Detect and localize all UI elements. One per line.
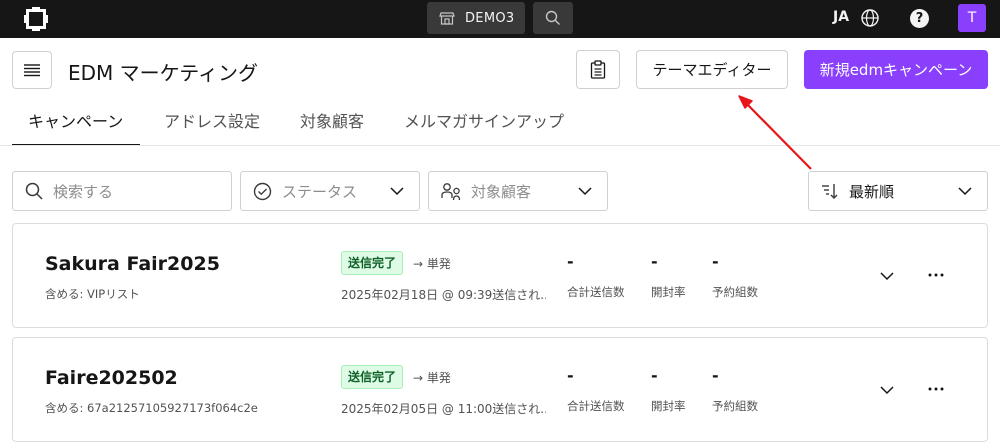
overflow-menu-icon[interactable] [928, 273, 944, 277]
campaign-card[interactable]: Faire202502 含める: 67a21257105927173f064c2… [12, 337, 988, 442]
new-campaign-button[interactable]: 新規edmキャンペーン [804, 50, 988, 89]
search-input[interactable]: 検索する [12, 171, 232, 211]
menu-button[interactable] [12, 51, 52, 89]
campaign-card[interactable]: Sakura Fair2025 含める: VIPリスト 送信完了 → 単発 20… [12, 223, 988, 328]
checkmark-circle-icon [253, 182, 272, 200]
clipboard-button[interactable] [576, 50, 620, 89]
open-rate-label: 開封率 [651, 399, 686, 413]
open-rate-label: 開封率 [651, 285, 686, 299]
chevron-down-icon [578, 187, 592, 196]
top-nav-bar: DEMO3 JA ? T [0, 0, 1000, 38]
status-badge: 送信完了 [341, 365, 404, 389]
campaign-type: → 単発 [413, 257, 451, 271]
total-sent-label: 合計送信数 [567, 399, 625, 413]
campaign-name[interactable]: Sakura Fair2025 [45, 253, 220, 275]
tab-newsletter-signup[interactable]: メルマガサインアップ [404, 100, 564, 146]
chevron-down-icon [958, 187, 972, 196]
total-sent-label: 合計送信数 [567, 285, 625, 299]
store-switcher-button[interactable]: DEMO3 [427, 2, 525, 34]
overflow-menu-icon[interactable] [928, 387, 944, 391]
logo-icon[interactable] [23, 6, 49, 32]
tab-bar: キャンペーン アドレス設定 対象顧客 メルマガサインアップ [12, 100, 1000, 146]
globe-icon[interactable] [860, 8, 880, 28]
status-filter-label: ステータス [282, 182, 358, 201]
campaign-sent-date: 2025年02月05日 @ 11:00送信され... [341, 402, 546, 416]
people-icon [441, 182, 461, 200]
tab-address-settings[interactable]: アドレス設定 [164, 100, 260, 146]
status-filter-dropdown[interactable]: ステータス [240, 171, 420, 211]
open-rate-value: - [651, 366, 658, 385]
bookings-label: 予約組数 [712, 285, 758, 299]
total-sent-value: - [567, 252, 574, 271]
menu-icon [24, 64, 40, 77]
bookings-label: 予約組数 [712, 399, 758, 413]
campaign-type: → 単発 [413, 371, 451, 385]
total-sent-value: - [567, 366, 574, 385]
status-badge: 送信完了 [341, 251, 404, 275]
audience-filter-label: 対象顧客 [471, 182, 532, 201]
chevron-down-icon [390, 187, 404, 196]
store-label: DEMO3 [465, 10, 515, 26]
sort-icon [822, 184, 838, 199]
search-placeholder: 検索する [53, 182, 114, 201]
sort-dropdown[interactable]: 最新順 [808, 171, 988, 211]
campaign-includes: 含める: 67a21257105927173f064c2e [45, 401, 258, 415]
global-search-button[interactable] [533, 2, 573, 34]
campaign-name[interactable]: Faire202502 [45, 367, 178, 389]
tab-campaigns[interactable]: キャンペーン [12, 100, 140, 146]
store-icon [439, 12, 455, 25]
clipboard-icon [590, 60, 606, 79]
open-rate-value: - [651, 252, 658, 271]
campaign-sent-date: 2025年02月18日 @ 09:39送信され... [341, 288, 546, 302]
language-label[interactable]: JA [833, 9, 849, 25]
chevron-down-icon[interactable] [879, 382, 895, 398]
audience-filter-dropdown[interactable]: 対象顧客 [428, 171, 608, 211]
bookings-value: - [712, 252, 719, 271]
theme-editor-button[interactable]: テーマエディター [636, 50, 788, 89]
search-icon [545, 10, 560, 25]
search-icon [25, 182, 43, 200]
page-title: EDM マーケティング [68, 61, 259, 85]
tab-audience[interactable]: 対象顧客 [300, 100, 364, 146]
tab-divider [0, 145, 1000, 146]
sort-label: 最新順 [849, 182, 895, 201]
bookings-value: - [712, 366, 719, 385]
chevron-down-icon[interactable] [879, 268, 895, 284]
help-icon[interactable]: ? [910, 9, 929, 28]
user-avatar[interactable]: T [958, 4, 986, 32]
campaign-includes: 含める: VIPリスト [45, 287, 140, 301]
